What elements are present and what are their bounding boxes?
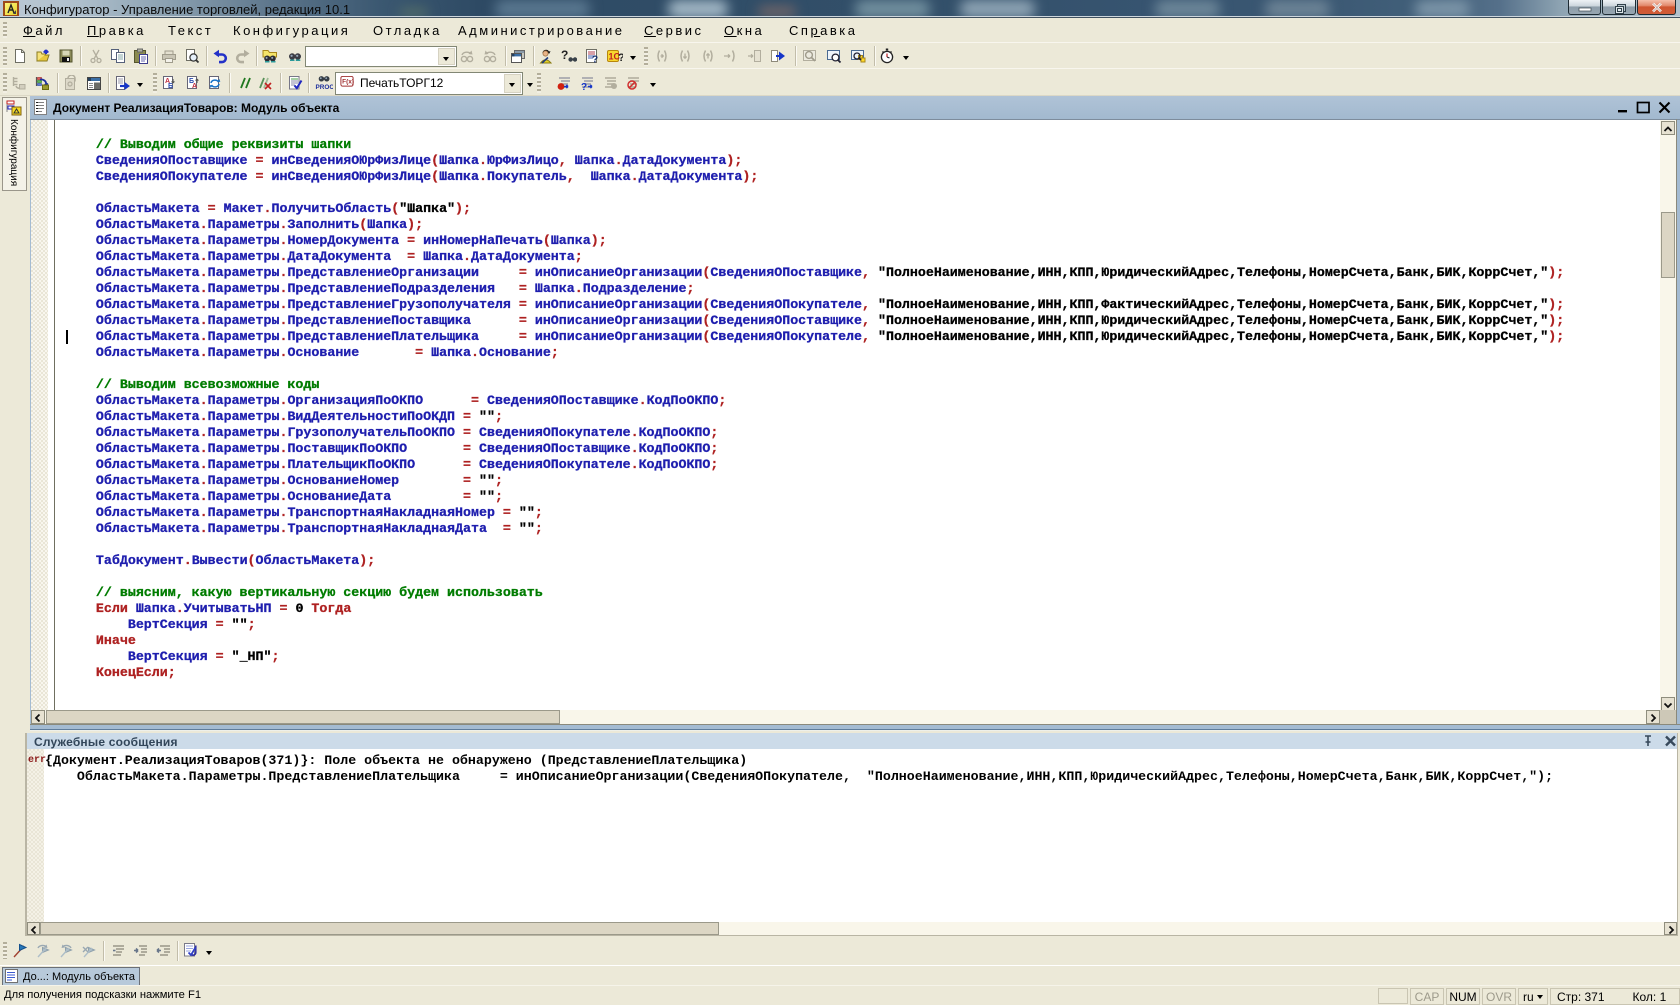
svg-text:А: А — [192, 83, 197, 90]
svg-text:?: ? — [618, 52, 623, 64]
svg-text:?: ? — [581, 82, 587, 91]
svg-text:?: ? — [592, 55, 598, 65]
svg-text:F(x): F(x) — [342, 79, 354, 86]
svg-text:Б: Б — [168, 83, 173, 90]
svg-text:PROC: PROC — [316, 84, 334, 90]
svg-text:?: ? — [561, 48, 568, 62]
